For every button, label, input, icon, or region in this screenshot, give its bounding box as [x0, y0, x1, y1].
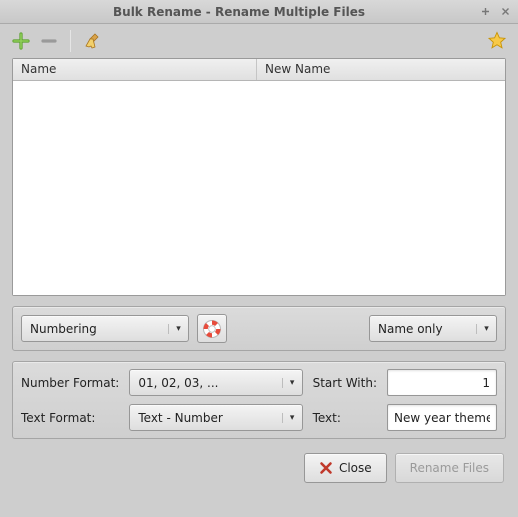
- add-icon: [12, 32, 30, 50]
- close-icon: [501, 7, 510, 16]
- rename-mode-select[interactable]: Numbering ▾: [21, 315, 189, 342]
- help-button[interactable]: [197, 314, 227, 343]
- rename-files-button[interactable]: Rename Files: [395, 453, 504, 483]
- titlebar: Bulk Rename - Rename Multiple Files: [0, 0, 518, 24]
- file-list[interactable]: Name New Name: [12, 58, 506, 296]
- clear-button[interactable]: [81, 30, 103, 52]
- toolbar: [0, 24, 518, 58]
- minimize-button[interactable]: [478, 5, 492, 19]
- close-window-button[interactable]: [498, 5, 512, 19]
- column-name[interactable]: Name: [13, 59, 257, 80]
- remove-files-button[interactable]: [38, 30, 60, 52]
- close-icon: [319, 461, 333, 475]
- column-new-name[interactable]: New Name: [257, 59, 505, 80]
- rename-mode-value: Numbering: [30, 322, 164, 336]
- lifebuoy-icon: [202, 319, 222, 339]
- number-format-value: 01, 02, 03, ...: [138, 376, 277, 390]
- toolbar-separator: [70, 30, 71, 52]
- text-format-label: Text Format:: [21, 411, 119, 425]
- list-body[interactable]: [13, 81, 505, 295]
- chevron-down-icon: ▾: [282, 378, 296, 388]
- scope-select[interactable]: Name only ▾: [369, 315, 497, 342]
- broom-icon: [82, 31, 102, 51]
- bulk-rename-window: Bulk Rename - Rename Multiple Files: [0, 0, 518, 517]
- scope-value: Name only: [378, 322, 472, 336]
- rename-files-label: Rename Files: [410, 461, 489, 475]
- close-button[interactable]: Close: [304, 453, 387, 483]
- chevron-down-icon: ▾: [476, 324, 490, 334]
- star-icon: [487, 31, 507, 51]
- chevron-down-icon: ▾: [282, 413, 296, 423]
- text-input[interactable]: [387, 404, 497, 431]
- text-format-select[interactable]: Text - Number ▾: [129, 404, 302, 431]
- favorite-button[interactable]: [486, 30, 508, 52]
- window-title: Bulk Rename - Rename Multiple Files: [6, 5, 472, 19]
- start-with-label: Start With:: [313, 376, 377, 390]
- remove-icon: [40, 32, 58, 50]
- chevron-down-icon: ▾: [168, 324, 182, 334]
- number-format-label: Number Format:: [21, 376, 119, 390]
- add-files-button[interactable]: [10, 30, 32, 52]
- content-area: Name New Name Numbering ▾ Name only ▾: [0, 58, 518, 517]
- mode-panel: Numbering ▾ Name only ▾: [12, 306, 506, 351]
- start-with-input[interactable]: [387, 369, 497, 396]
- list-header: Name New Name: [13, 59, 505, 81]
- number-format-select[interactable]: 01, 02, 03, ... ▾: [129, 369, 302, 396]
- footer: Close Rename Files: [12, 449, 506, 485]
- plus-icon: [481, 7, 490, 16]
- text-label: Text:: [313, 411, 377, 425]
- text-format-value: Text - Number: [138, 411, 277, 425]
- options-panel: Number Format: 01, 02, 03, ... ▾ Start W…: [12, 361, 506, 439]
- close-button-label: Close: [339, 461, 372, 475]
